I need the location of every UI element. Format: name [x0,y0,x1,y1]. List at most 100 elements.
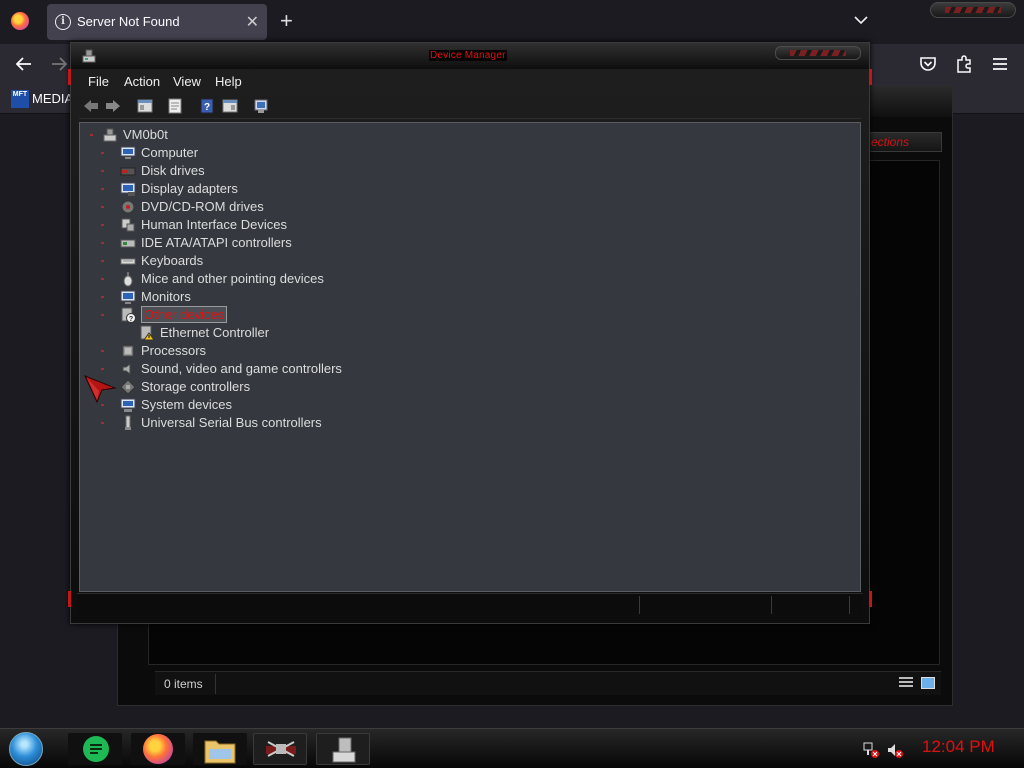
tree-item-label: Other devices [141,306,228,323]
chevron-down-icon[interactable] [853,12,869,28]
expand-toggle[interactable] [101,422,104,424]
collapse-toggle[interactable] [90,134,93,136]
keyboard-icon [120,258,136,265]
display-adapter-icon [120,182,136,196]
new-tab-icon[interactable]: + [280,9,293,33]
speaker-icon [122,363,131,375]
network-connections-label: ections [868,132,942,152]
status-divider [849,596,850,614]
browser-tab[interactable]: i Server Not Found ✕ [47,4,267,40]
menu-file[interactable]: File [88,74,109,89]
status-bar [77,593,863,615]
tiles-view-icon[interactable] [921,677,935,689]
usb-icon [125,415,131,430]
show-hide-tree-icon[interactable] [137,98,153,114]
processor-icon [122,345,134,357]
tree-item-label: System devices [141,397,233,412]
expand-toggle[interactable] [101,170,104,172]
device-tree: VM0b0t Computer Disk drives Display adapte… [79,122,861,592]
expand-toggle[interactable] [101,224,104,226]
help-book-icon[interactable]: ? [199,98,215,114]
bookmark-favicon-icon: MFT [11,90,29,108]
expand-toggle[interactable] [101,350,104,352]
warning-device-icon [140,325,155,341]
computer-icon [120,146,136,159]
tree-item-label: Computer [141,145,199,160]
tree-item-label: DVD/CD-ROM drives [141,199,264,214]
close-tab-icon[interactable]: ✕ [246,12,259,32]
file-explorer-icon [204,740,236,764]
expand-toggle[interactable] [101,404,104,406]
properties-icon[interactable] [167,98,183,114]
start-button[interactable] [9,732,43,766]
action-pane-icon[interactable] [222,98,238,114]
expand-toggle[interactable] [101,314,104,316]
extensions-icon[interactable] [953,53,975,75]
dvd-drive-icon [121,200,135,214]
menu-help[interactable]: Help [215,74,242,89]
background-status-bar: 0 items [155,671,941,695]
tree-item-label: Human Interface Devices [141,217,287,232]
menu-icon[interactable] [989,53,1011,75]
browser-tab-bar: i Server Not Found ✕ + [0,0,1024,44]
taskbar-clock[interactable]: 12:04 PM [922,737,995,757]
window-title: Device Manager [429,50,507,61]
svg-text:?: ? [204,102,210,113]
frame-accent [68,591,71,607]
firefox-taskbar-button[interactable] [131,733,185,765]
frame-accent [68,69,71,85]
device-manager-window[interactable]: Device Manager File Action View Help ? V… [68,42,872,624]
details-view-icon[interactable] [899,677,913,689]
storage-icon [120,379,136,395]
device-manager-app-icon [266,741,296,757]
window-controls[interactable] [775,46,861,60]
forward-icon[interactable] [48,53,70,75]
tree-item-label: IDE ATA/ATAPI controllers [141,235,292,250]
back-arrow-icon[interactable] [83,98,99,114]
tree-root-label: VM0b0t [123,127,168,142]
system-taskbar-button[interactable] [316,733,370,765]
tab-title: Server Not Found [77,14,180,29]
network-disconnected-icon[interactable] [862,741,880,759]
frame-accent [869,591,872,607]
info-icon: i [55,14,71,30]
tree-item-label: Keyboards [141,253,204,268]
expand-toggle[interactable] [101,260,104,262]
bookmark-item[interactable]: MEDIA [32,91,73,106]
tree-item-label: Monitors [141,289,191,304]
expand-toggle[interactable] [101,152,104,154]
menu-view[interactable]: View [173,74,201,89]
theme-decoration [930,2,1016,18]
forward-arrow-icon[interactable] [105,98,121,114]
status-divider [771,596,772,614]
firefox-icon [143,734,173,764]
status-divider [639,596,640,614]
volume-muted-icon[interactable] [886,741,904,759]
scan-hardware-icon[interactable] [253,98,269,114]
monitor-icon [120,290,136,304]
tree-item-label: Display adapters [141,181,238,196]
expand-toggle[interactable] [101,188,104,190]
disk-drive-icon [120,167,136,176]
firefox-logo-icon[interactable] [11,12,29,30]
window-titlebar[interactable]: Device Manager [71,43,869,69]
device-manager-taskbar-button[interactable] [253,733,307,765]
tree-item-label: Disk drives [141,163,205,178]
system-device-icon [120,398,136,412]
expand-toggle[interactable] [101,368,104,370]
computer-host-icon [103,128,117,142]
system-app-icon [332,737,356,763]
expand-toggle[interactable] [101,278,104,280]
expand-toggle[interactable] [101,206,104,208]
menu-action[interactable]: Action [124,74,160,89]
file-explorer-button[interactable] [193,733,247,765]
taskbar: 12:04 PM [0,728,1024,768]
notes-app-button[interactable] [68,733,122,765]
notes-app-icon [83,736,109,762]
expand-toggle[interactable] [101,296,104,298]
back-icon[interactable] [13,53,35,75]
pocket-icon[interactable] [917,53,939,75]
svg-text:?: ? [129,316,133,323]
unknown-device-icon: ? [121,307,136,323]
expand-toggle[interactable] [101,242,104,244]
